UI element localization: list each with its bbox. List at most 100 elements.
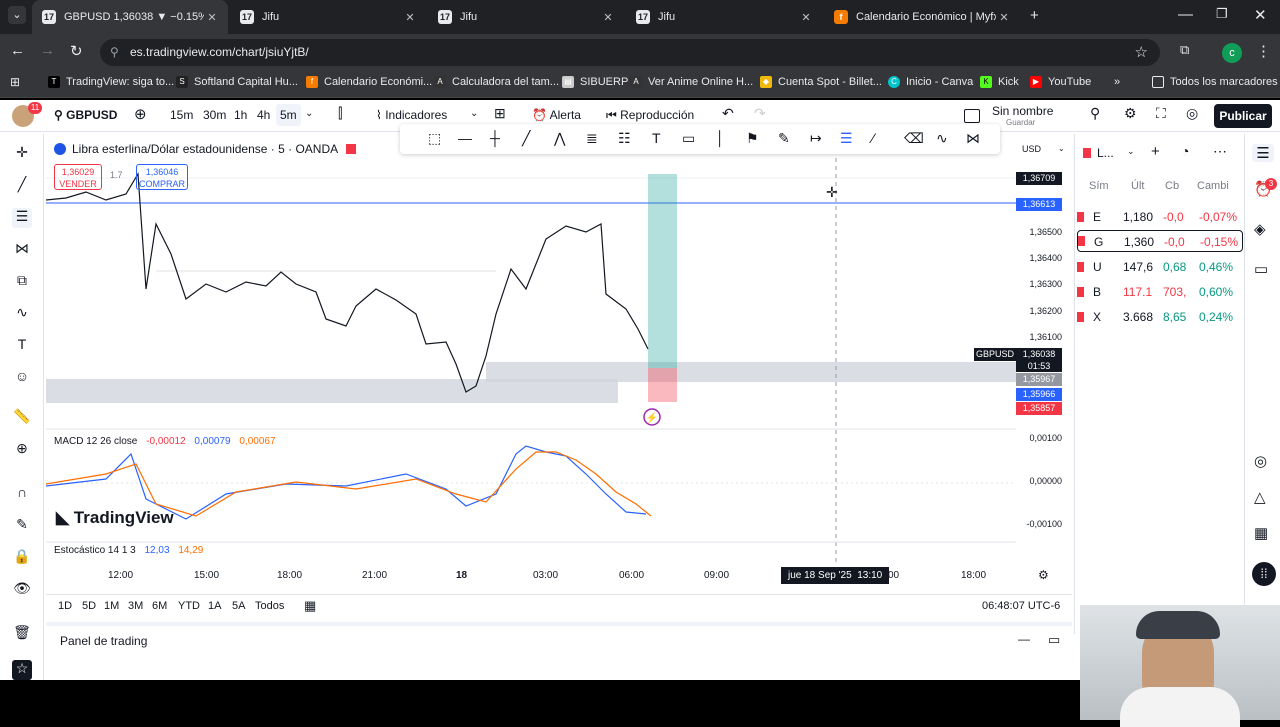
channel-icon[interactable]: ≣: [586, 130, 598, 147]
back-icon[interactable]: ←: [10, 42, 25, 59]
ruler-tool-icon[interactable]: 📏: [12, 408, 32, 428]
url-field[interactable]: ⚲ es.tradingview.com/chart/jsiuYjtB/ ☆: [100, 39, 1160, 66]
watchlist-row[interactable]: U 147,6 0,68 0,46%: [1075, 256, 1245, 278]
restore-icon[interactable]: ❐: [1216, 6, 1228, 22]
site-info-icon[interactable]: ⚲: [110, 39, 119, 66]
range-1a[interactable]: 1A: [208, 600, 221, 612]
favorites-star-icon[interactable]: ☆: [12, 660, 32, 680]
indicators-button[interactable]: ⌇ Indicadores: [376, 108, 447, 122]
currency-label[interactable]: USD: [1022, 144, 1041, 154]
eraser-icon[interactable]: ⌫: [904, 130, 924, 147]
hide-drawings-eye-icon[interactable]: 👁: [12, 580, 32, 600]
add-symbol-icon[interactable]: +: [1151, 143, 1160, 160]
arrow-marker-icon[interactable]: ↦: [810, 130, 822, 147]
interval-15m[interactable]: 15m: [170, 108, 193, 122]
range-1d[interactable]: 1D: [58, 600, 72, 612]
bookmark-calendario[interactable]: f Calendario Económi...: [306, 76, 432, 88]
reload-icon[interactable]: ↻: [70, 42, 83, 60]
magnet-icon[interactable]: ∩: [12, 484, 32, 504]
currency-dropdown-icon[interactable]: ⌄: [1058, 144, 1065, 153]
range-1m[interactable]: 1M: [104, 600, 119, 612]
new-tab-icon[interactable]: +: [1030, 7, 1039, 24]
tab-calendario[interactable]: f Calendario Económico | Myfxbo ✕: [824, 0, 1020, 34]
pen-icon[interactable]: ✎: [778, 130, 790, 147]
elliott-icon[interactable]: ⋈: [966, 130, 980, 147]
compare-symbol-icon[interactable]: ⊕: [134, 105, 147, 123]
col-last[interactable]: Últ: [1131, 180, 1144, 192]
time-axis[interactable]: 12:00 15:00 18:00 21:00 18 03:00 06:00 0…: [46, 566, 1072, 586]
undo-icon[interactable]: ↶: [722, 105, 734, 122]
zoom-in-icon[interactable]: ⊕: [12, 440, 32, 460]
lock-drawings-icon[interactable]: 🔒: [12, 548, 32, 568]
close-tab-icon[interactable]: ✕: [204, 11, 220, 24]
layers-icon[interactable]: ◈: [1254, 220, 1266, 238]
callout-icon[interactable]: ▭: [682, 130, 695, 147]
snapshot-camera-icon[interactable]: ◎: [1186, 105, 1198, 122]
bookmark-sibuerp[interactable]: ▤ SIBUERP: [562, 76, 628, 88]
profile-avatar[interactable]: c: [1222, 43, 1242, 63]
forward-icon[interactable]: →: [40, 42, 55, 59]
brush-tool-icon[interactable]: ∿: [12, 304, 32, 324]
tab-jifu-2[interactable]: 17 Jifu ✕: [428, 0, 624, 34]
bookmark-kick[interactable]: K Kick: [980, 76, 1019, 88]
axis-settings-gear-icon[interactable]: ⚙: [1038, 568, 1049, 582]
col-change[interactable]: Cb: [1165, 180, 1179, 192]
fullscreen-icon[interactable]: ⛶: [1156, 105, 1166, 122]
tab-search-icon[interactable]: ⌄: [8, 6, 26, 24]
interval-5m[interactable]: 5m: [276, 104, 301, 126]
vertical-line-icon[interactable]: │: [716, 130, 725, 146]
tab-jifu-3[interactable]: 17 Jifu ✕: [626, 0, 822, 34]
layout-name[interactable]: Sin nombre: [992, 104, 1053, 118]
range-todos[interactable]: Todos: [255, 600, 284, 612]
watchlist-icon[interactable]: ☰: [1252, 144, 1274, 162]
interval-4h[interactable]: 4h: [257, 108, 270, 122]
bookmark-calculadora[interactable]: A Calculadora del tam...: [434, 76, 559, 88]
bookmark-youtube[interactable]: ▶ YouTube: [1030, 76, 1091, 88]
templates-icon[interactable]: ⊞: [494, 105, 506, 122]
minimize-icon[interactable]: —: [1178, 6, 1193, 23]
emoji-tool-icon[interactable]: ☺: [12, 368, 32, 388]
bookmark-star-icon[interactable]: ☆: [1135, 39, 1148, 66]
watchlist-row[interactable]: E 1,180 -0,0 -0,07%: [1075, 206, 1245, 228]
more-options-icon[interactable]: ⋯: [1213, 143, 1227, 160]
close-tab-icon[interactable]: ✕: [600, 11, 616, 24]
products-grid-icon[interactable]: ⁞⁞: [1252, 562, 1276, 586]
brush-icon[interactable]: ⁄: [872, 130, 874, 146]
watchlist-title[interactable]: L...: [1097, 146, 1114, 160]
ray-icon[interactable]: ╱: [522, 130, 530, 147]
col-symbol[interactable]: Sím: [1089, 180, 1109, 192]
text-tool-icon[interactable]: T: [12, 336, 32, 356]
wave-icon[interactable]: ∿: [936, 130, 948, 147]
bookmark-canva[interactable]: C Inicio - Canva: [888, 76, 973, 88]
bookmark-anime[interactable]: A Ver Anime Online H...: [630, 76, 753, 88]
close-tab-icon[interactable]: ✕: [996, 11, 1012, 24]
fib-tool-icon[interactable]: ☰: [12, 208, 32, 228]
replay-button[interactable]: ⏮ Reproducción: [606, 108, 694, 123]
forecast-tool-icon[interactable]: ⧉: [12, 272, 32, 292]
col-change-pct[interactable]: Cambi: [1197, 180, 1229, 192]
range-5a[interactable]: 5A: [232, 600, 245, 612]
zigzag-icon[interactable]: ⋀: [554, 130, 565, 147]
price-axis[interactable]: USD ⌄ 1,36709 1,36613 1,36500 1,36400 1,…: [1016, 134, 1072, 559]
bookmark-tradingview[interactable]: T TradingView: siga to...: [48, 76, 174, 88]
buy-button[interactable]: 1,36046 COMPRAR: [136, 164, 188, 190]
tab-gbpusd[interactable]: 17 GBPUSD 1,36038 ▼ −0.15% Sin ✕: [32, 0, 228, 34]
bookmark-softland[interactable]: S Softland Capital Hu...: [176, 76, 298, 88]
watchlist-row[interactable]: B 117.1 703, 0,60%: [1075, 281, 1245, 303]
publish-button[interactable]: Publicar: [1214, 104, 1272, 128]
watchlist-row[interactable]: X 3.668 8,65 0,24%: [1075, 306, 1245, 328]
indicators-dropdown-icon[interactable]: ⌄: [470, 108, 478, 119]
lock-pen-icon[interactable]: ✎: [12, 516, 32, 536]
extensions-icon[interactable]: ⧉: [1180, 42, 1189, 58]
watchlist-chart-icon[interactable]: ◔: [1181, 143, 1189, 159]
range-6m[interactable]: 6M: [152, 600, 167, 612]
candle-type-icon[interactable]: ⫿: [338, 105, 342, 122]
layout-icon[interactable]: [964, 109, 980, 123]
trend-line-tool-icon[interactable]: ╱: [12, 176, 32, 196]
goto-date-calendar-icon[interactable]: ▦: [304, 598, 316, 614]
trash-icon[interactable]: 🗑: [12, 624, 32, 644]
cross-line-icon[interactable]: ┼: [490, 130, 500, 146]
range-5d[interactable]: 5D: [82, 600, 96, 612]
chat-icon[interactable]: ▭: [1254, 260, 1268, 278]
range-3m[interactable]: 3M: [128, 600, 143, 612]
